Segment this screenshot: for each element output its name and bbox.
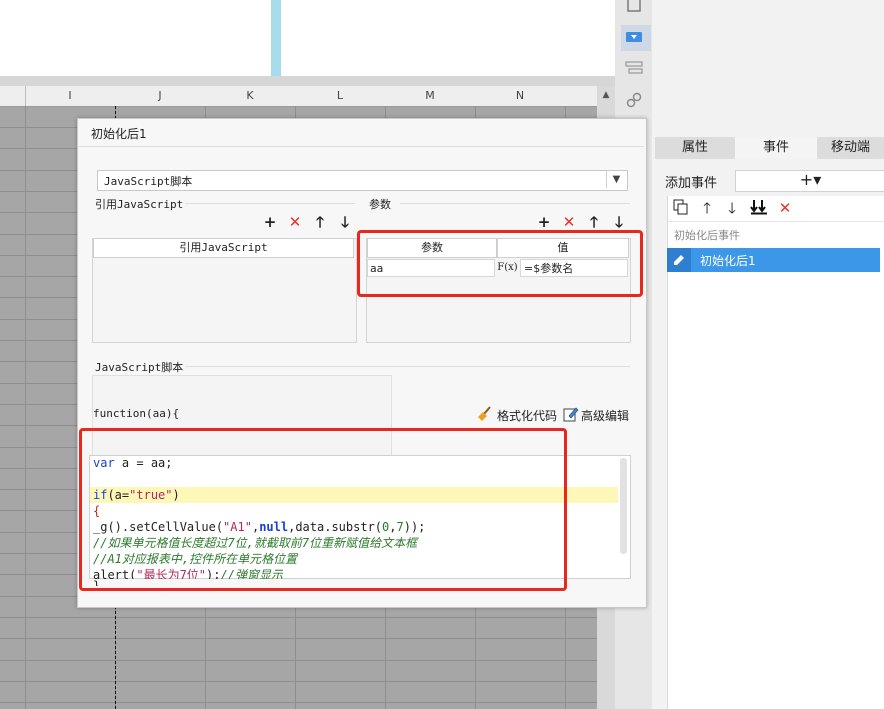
- chevron-down-icon[interactable]: ▼: [606, 171, 626, 188]
- params-section-label: 参数: [369, 198, 391, 211]
- delete-event-icon[interactable]: ✕: [776, 199, 794, 217]
- script-section-label: JavaScript脚本: [95, 361, 184, 374]
- event-item-label: 初始化后1: [700, 254, 756, 268]
- delete-param-icon[interactable]: ✕: [561, 214, 577, 230]
- ref-up-icon[interactable]: 🡑: [312, 214, 328, 230]
- scroll-up-icon[interactable]: ▲: [598, 88, 614, 102]
- param-up-icon[interactable]: 🡑: [586, 214, 602, 230]
- add-event-label: 添加事件: [665, 176, 718, 191]
- column-header-m[interactable]: M: [385, 86, 476, 107]
- dropdown-widget-icon[interactable]: [624, 29, 644, 49]
- tab-events[interactable]: 事件: [735, 137, 817, 159]
- add-ref-icon[interactable]: +: [262, 214, 278, 230]
- script-divider: [185, 366, 630, 367]
- params-divider: [400, 203, 630, 204]
- column-header-l[interactable]: L: [295, 86, 386, 107]
- canvas-gap: [0, 76, 615, 86]
- list-widget-icon[interactable]: [624, 60, 644, 80]
- ref-js-section-label: 引用JavaScript: [95, 198, 184, 211]
- canvas-top-area: [0, 0, 615, 76]
- script-type-value: JavaScript脚本: [104, 175, 193, 188]
- column-header-k[interactable]: K: [205, 86, 296, 107]
- canvas-divider: [271, 0, 281, 76]
- event-list: [667, 196, 884, 709]
- row-header-corner: [0, 86, 26, 107]
- grid-row-line: [0, 702, 600, 703]
- column-header-i[interactable]: I: [25, 86, 116, 107]
- ref-js-divider: [185, 203, 355, 204]
- grid-row-line: [0, 617, 600, 618]
- move-down-icon[interactable]: 🡓: [723, 199, 741, 217]
- add-event-dropdown[interactable]: +▾: [735, 170, 884, 192]
- function-signature: function(aa){: [93, 407, 180, 420]
- grid-row-line: [0, 638, 600, 639]
- title-divider: [78, 146, 644, 147]
- copy-icon[interactable]: [672, 199, 690, 217]
- advanced-edit-icon[interactable]: [563, 406, 579, 422]
- event-item-selected[interactable]: [667, 248, 880, 272]
- frame-icon[interactable]: [624, 0, 644, 17]
- column-header-j[interactable]: J: [115, 86, 206, 107]
- move-bottom-icon[interactable]: [750, 199, 768, 217]
- ref-js-header: 引用JavaScript: [93, 238, 354, 258]
- code-highlight-frame: [79, 428, 567, 591]
- advanced-edit-button[interactable]: 高级编辑: [581, 407, 629, 424]
- grid-col-line: [25, 106, 26, 709]
- column-header-partial: [565, 86, 598, 107]
- delete-ref-icon[interactable]: ✕: [287, 214, 303, 230]
- format-code-button[interactable]: 格式化代码: [497, 407, 557, 424]
- dialog-title: 初始化后1: [91, 127, 147, 141]
- grid-row-line: [0, 681, 600, 682]
- code-scrollbar[interactable]: [620, 458, 627, 554]
- tab-properties[interactable]: 属性: [655, 137, 735, 159]
- column-header-n[interactable]: N: [475, 86, 566, 107]
- link-icon[interactable]: [624, 92, 644, 112]
- broom-icon[interactable]: [476, 406, 494, 422]
- event-group-label: 初始化后事件: [674, 229, 740, 242]
- grid-row-line: [0, 660, 600, 661]
- move-up-icon[interactable]: 🡑: [698, 199, 716, 217]
- add-param-icon[interactable]: +: [536, 214, 552, 230]
- ref-down-icon[interactable]: 🡓: [337, 214, 353, 230]
- tab-mobile[interactable]: 移动端: [817, 137, 884, 159]
- param-down-icon[interactable]: 🡓: [611, 214, 627, 230]
- params-highlight-frame: [357, 230, 643, 297]
- edit-icon[interactable]: [667, 248, 691, 272]
